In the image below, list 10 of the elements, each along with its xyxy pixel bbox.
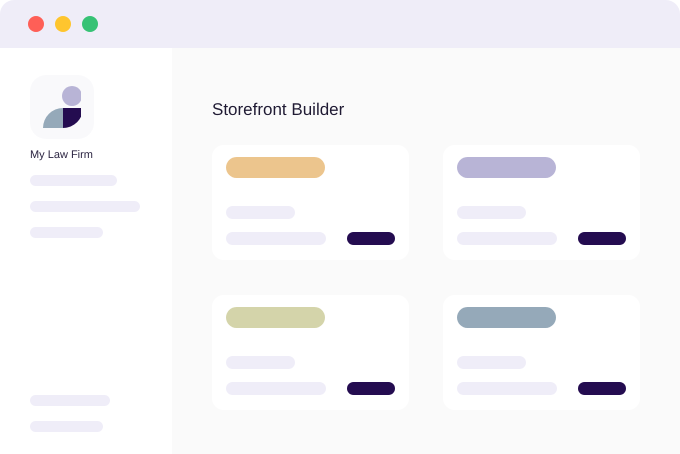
minimize-dot[interactable] xyxy=(55,16,71,32)
logo-icon xyxy=(30,75,94,139)
maximize-dot[interactable] xyxy=(82,16,98,32)
page-title: Storefront Builder xyxy=(212,100,346,120)
close-dot[interactable] xyxy=(28,16,44,32)
app-name: My Law Firm xyxy=(30,148,94,162)
action-button[interactable] xyxy=(347,382,395,395)
action-button[interactable] xyxy=(578,382,626,395)
action-button[interactable] xyxy=(578,232,626,245)
action-button[interactable] xyxy=(347,232,395,245)
